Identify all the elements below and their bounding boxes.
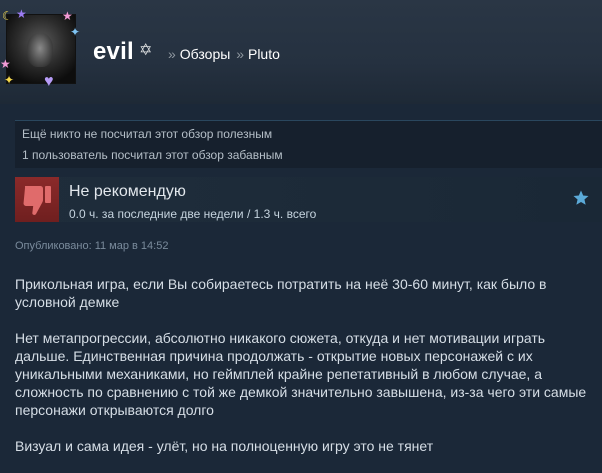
review-paragraph: Визуал и сама идея - улёт, но на полноце… <box>15 438 434 454</box>
profile-header: ☾ ★ ★ ✦ ★ ✦ ♥ evil ✡ » Обзоры » Pluto <box>0 0 602 104</box>
star-decoration-icon: ✦ <box>70 25 81 39</box>
playtime: 0.0 ч. за последние две недели / 1.3 ч. … <box>69 207 317 221</box>
star-decoration-icon: ✦ <box>4 73 15 87</box>
shoe-decoration-icon: ♥ <box>44 73 54 90</box>
review-body: Прикольная игра, если Вы собираетесь пот… <box>15 275 595 473</box>
breadcrumb: » Обзоры » Pluto <box>166 46 280 62</box>
thumbs-down-icon <box>15 177 59 222</box>
avatar-frame[interactable]: ☾ ★ ★ ✦ ★ ✦ ♥ <box>0 7 81 90</box>
avatar-face <box>27 33 53 67</box>
moon-icon: ☾ <box>2 9 13 23</box>
verdict-label: Не рекомендую <box>69 183 186 200</box>
avatar[interactable] <box>6 14 76 84</box>
star-icon[interactable] <box>572 189 590 212</box>
breadcrumb-separator: » <box>236 46 244 62</box>
helpfulness-box: Ещё никто не посчитал этот обзор полезны… <box>15 120 602 168</box>
review-paragraph: Нет метапрогрессии, абсолютно никакого с… <box>15 330 587 418</box>
helpful-count: Ещё никто не посчитал этот обзор полезны… <box>22 127 273 141</box>
posted-date: Опубликовано: 11 мар в 14:52 <box>15 240 169 252</box>
star-decoration-icon: ★ <box>62 9 73 23</box>
review-summary: Не рекомендую 0.0 ч. за последние две не… <box>15 177 602 222</box>
funny-count: 1 пользователь посчитал этот обзор забав… <box>22 148 283 162</box>
breadcrumb-separator: » <box>168 46 176 62</box>
username-symbol: ✡ <box>139 42 153 59</box>
breadcrumb-reviews[interactable]: Обзоры <box>180 46 231 62</box>
breadcrumb-game[interactable]: Pluto <box>248 46 280 62</box>
review-paragraph: Прикольная игра, если Вы собираетесь пот… <box>15 276 547 310</box>
star-decoration-icon: ★ <box>0 57 11 71</box>
username[interactable]: evil <box>93 38 134 66</box>
star-decoration-icon: ★ <box>16 7 27 21</box>
